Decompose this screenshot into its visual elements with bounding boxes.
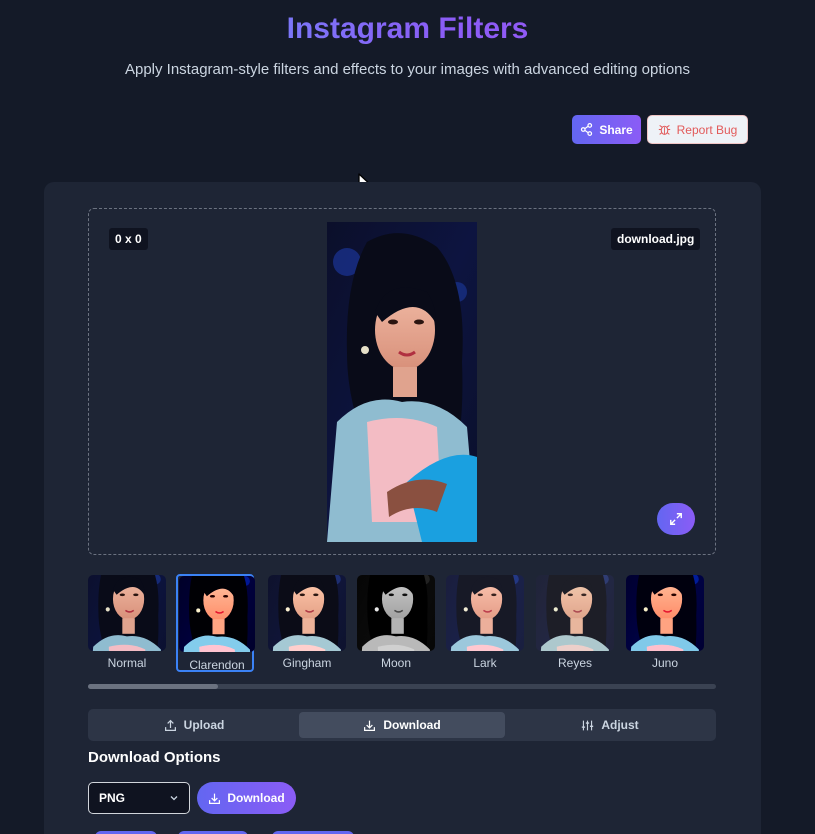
filter-thumb-moon[interactable]: Moon	[357, 574, 435, 672]
tab-adjust[interactable]: Adjust	[507, 712, 713, 738]
share-button[interactable]: Share	[572, 115, 641, 144]
tab-download-label: Download	[383, 718, 441, 732]
filter-label: Normal	[107, 656, 147, 670]
preview-image	[327, 222, 477, 542]
filter-preview-image	[88, 575, 166, 651]
filter-thumb-reyes[interactable]: Reyes	[536, 574, 614, 672]
download-icon	[209, 793, 221, 804]
filter-label: Juno	[651, 656, 679, 670]
filter-preview-image	[536, 575, 614, 651]
download-options-title: Download Options	[88, 749, 221, 766]
tab-upload-label: Upload	[183, 718, 225, 732]
bug-icon	[658, 124, 670, 135]
report-bug-label: Report Bug	[676, 122, 738, 137]
filter-preview-image	[626, 575, 704, 651]
scrollbar-thumb[interactable]	[88, 684, 218, 689]
filter-thumb-clarendon[interactable]: Clarendon	[176, 574, 255, 672]
filter-preview-image	[446, 575, 524, 651]
page-subtitle: Apply Instagram-style filters and effect…	[124, 61, 691, 78]
chevron-down-icon	[170, 796, 178, 801]
sliders-icon	[582, 720, 594, 730]
tab-adjust-label: Adjust	[601, 718, 639, 732]
filter-preview-image	[357, 575, 435, 651]
filter-label: Gingham	[282, 656, 332, 670]
upload-icon	[164, 719, 176, 731]
filter-thumb-normal[interactable]: Normal	[88, 574, 166, 672]
page-title: Instagram Filters	[0, 10, 815, 48]
download-button-label: Download	[227, 791, 285, 805]
image-dimensions-badge: 0 x 0	[109, 228, 148, 250]
report-bug-button[interactable]: Report Bug	[647, 115, 748, 144]
download-icon	[364, 720, 376, 731]
fullscreen-button[interactable]	[657, 503, 695, 535]
format-select[interactable]: PNG	[88, 782, 190, 814]
filter-label: Moon	[380, 656, 412, 670]
format-select-value: PNG	[99, 791, 126, 805]
filter-thumb-juno[interactable]: Juno	[626, 574, 704, 672]
filter-preview-image	[179, 576, 255, 652]
action-tabs: Upload Download Adjust	[88, 709, 716, 741]
tab-download[interactable]: Download	[299, 712, 505, 738]
filter-strip: Normal Clarendon Gingham Moon Lark Reyes…	[88, 574, 716, 674]
filename-badge: download.jpg	[611, 228, 701, 250]
filter-strip-scrollbar[interactable]	[88, 684, 716, 689]
filter-thumb-gingham[interactable]: Gingham	[268, 574, 346, 672]
download-button[interactable]: Download	[197, 782, 296, 814]
filter-preview-image	[268, 575, 346, 651]
filter-label: Reyes	[557, 656, 592, 670]
filter-label: Lark	[473, 656, 497, 670]
filter-thumb-lark[interactable]: Lark	[446, 574, 524, 672]
expand-icon	[670, 513, 682, 525]
share-icon	[581, 123, 593, 136]
tab-upload[interactable]: Upload	[91, 712, 297, 738]
filter-label: Clarendon	[189, 658, 245, 672]
share-label: Share	[599, 122, 633, 137]
